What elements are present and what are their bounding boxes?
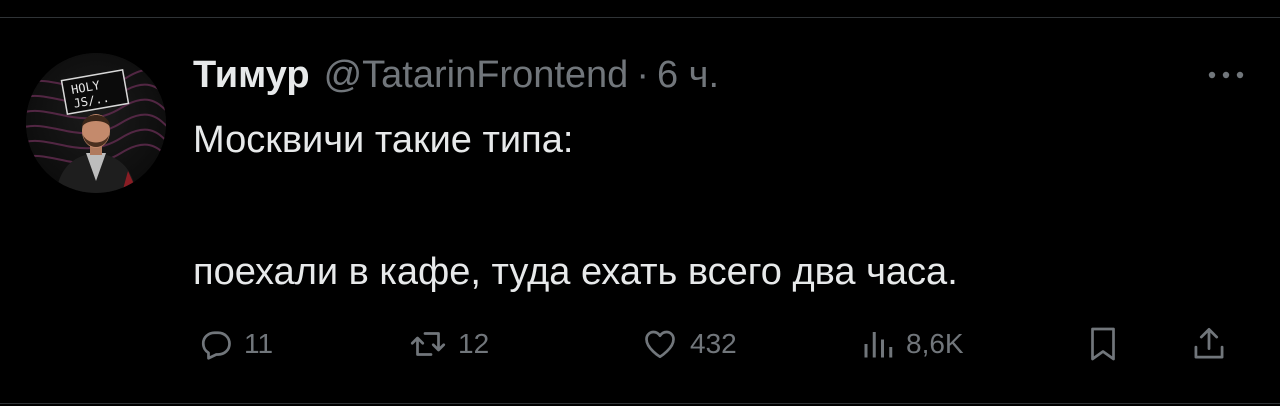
more-horizontal-icon	[1208, 71, 1244, 79]
timestamp[interactable]: 6 ч.	[657, 52, 719, 98]
bottom-divider	[0, 403, 1280, 404]
retweet-icon	[410, 332, 446, 356]
like-count: 432	[690, 328, 737, 359]
top-divider	[0, 17, 1280, 18]
views-button[interactable]: 8,6K	[860, 320, 964, 368]
tweet-text: Москвичи такие типа: поехали в кафе, туд…	[193, 116, 1233, 296]
avatar-image: HOLY JS/..	[26, 53, 166, 193]
retweet-count: 12	[458, 328, 490, 359]
retweet-button[interactable]: 12	[408, 320, 489, 368]
tweet-text-line: поехали в кафе, туда ехать всего два час…	[193, 251, 958, 293]
more-options-button[interactable]	[1200, 58, 1252, 92]
reply-button[interactable]: 11	[198, 320, 273, 368]
views-chart-icon	[864, 332, 893, 358]
like-button[interactable]: 432	[640, 320, 737, 368]
avatar[interactable]: HOLY JS/..	[26, 53, 166, 193]
tweet-header: Тимур @TatarinFrontend · 6 ч.	[193, 52, 719, 98]
views-count: 8,6K	[906, 328, 964, 359]
display-name[interactable]: Тимур	[193, 52, 310, 98]
share-icon	[1194, 328, 1224, 359]
bookmark-button[interactable]	[1085, 320, 1121, 368]
user-handle[interactable]: @TatarinFrontend	[324, 52, 629, 98]
share-button[interactable]	[1190, 320, 1228, 368]
separator-dot: ·	[636, 54, 649, 96]
bookmark-icon	[1091, 327, 1115, 361]
heart-icon	[645, 330, 675, 359]
reply-count: 11	[244, 328, 274, 359]
reply-icon	[201, 331, 231, 360]
action-bar: 11 12 432 8,6K	[190, 320, 1250, 368]
tweet-text-line: Москвичи такие типа:	[193, 119, 574, 161]
